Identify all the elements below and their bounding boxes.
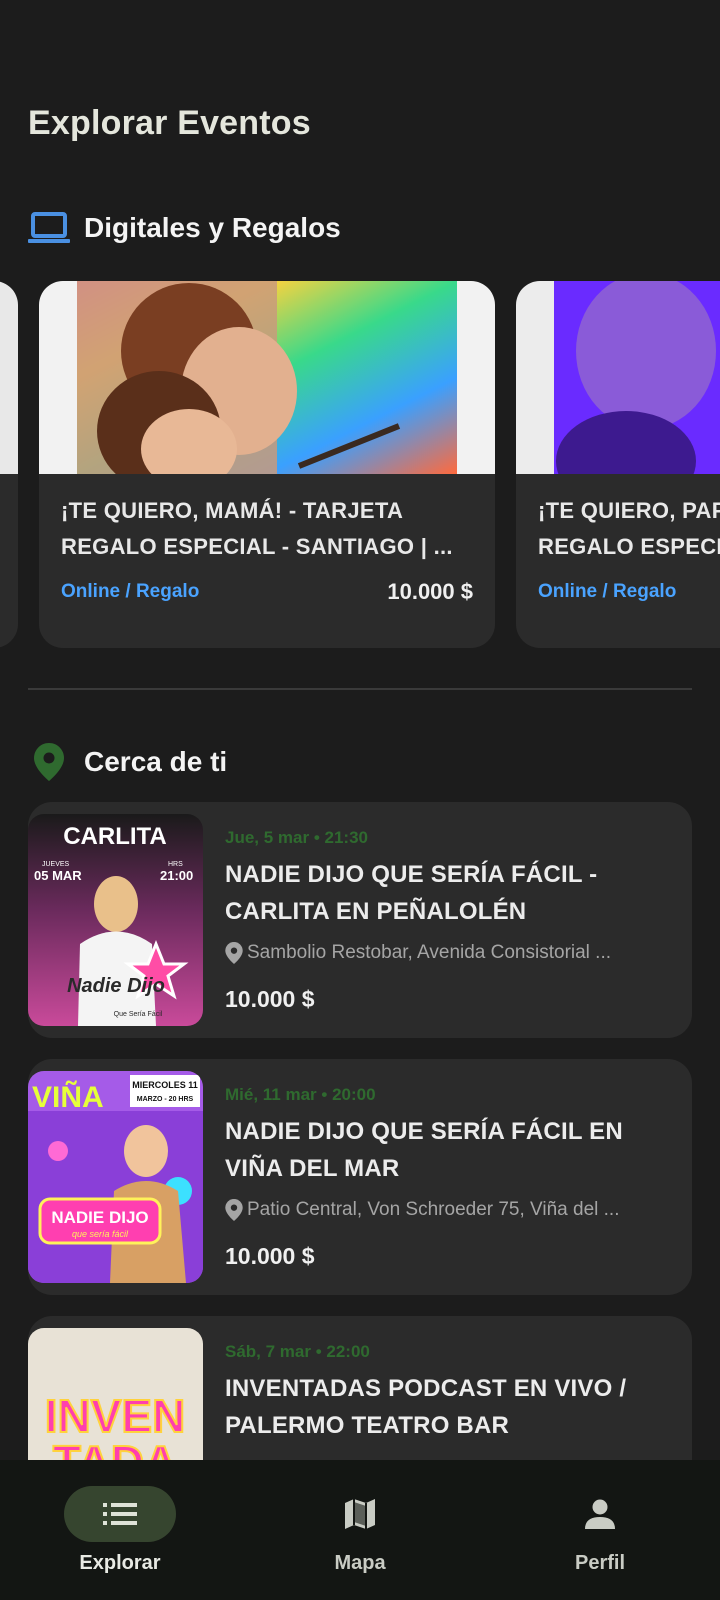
event-title: NADIE DIJO QUE SERÍA FÁCIL - CARLITA EN … — [225, 861, 598, 925]
location-pin-icon — [28, 741, 70, 783]
svg-text:INVEN: INVEN — [45, 1390, 186, 1442]
poster-name: CARLITA — [63, 823, 167, 850]
page-title: Explorar Eventos — [28, 104, 311, 142]
nav-label: Perfil — [574, 1552, 626, 1574]
digital-card[interactable]: ¡TE QUIERO, MAMÁ! - TARJETA REGALO ESPEC… — [39, 281, 495, 648]
map-icon — [345, 1499, 375, 1529]
section-title-digital: Digitales y Regalos — [84, 212, 341, 243]
section-divider — [28, 688, 692, 690]
event-poster: CARLITA JUEVES 05 MAR HRS 21:00 Nadie Di… — [28, 814, 203, 1026]
event-venue: Sambolio Restobar, Avenida Consistorial … — [225, 942, 665, 964]
card-price: 10.000 $ — [387, 579, 473, 604]
svg-text:que sería fácil: que sería fácil — [72, 1229, 129, 1239]
location-pin-icon — [225, 942, 243, 964]
card-type: Online / Regalo — [538, 581, 677, 602]
event-image — [39, 281, 495, 491]
digital-card-partial[interactable] — [0, 281, 18, 648]
event-date: Mié, 11 mar • 20:00 — [225, 1085, 376, 1104]
event-poster: VIÑA MIERCOLES 11 MARZO - 20 HRS NADIE D… — [28, 1071, 203, 1283]
svg-text:21:00: 21:00 — [160, 868, 193, 883]
card-title: ¡TE QUIERO, PAPÁ! - TARJETA REGALO ESPEC… — [538, 498, 720, 559]
nav-perfil[interactable]: Perfil — [480, 1460, 720, 1600]
event-image — [516, 281, 720, 511]
svg-text:05 MAR: 05 MAR — [34, 868, 82, 883]
section-header-digital: Digitales y Regalos — [28, 207, 341, 249]
event-date: Sáb, 7 mar • 22:00 — [225, 1342, 370, 1361]
svg-text:MARZO - 20 HRS: MARZO - 20 HRS — [137, 1096, 194, 1103]
nav-label: Explorar — [79, 1552, 161, 1574]
svg-text:HRS: HRS — [168, 861, 183, 868]
svg-text:Que Sería Fácil: Que Sería Fácil — [114, 1011, 163, 1018]
section-header-nearby: Cerca de ti — [28, 741, 227, 783]
bottom-navigation: Explorar Mapa Perfil — [0, 1460, 720, 1600]
svg-text:NADIE DIJO: NADIE DIJO — [51, 1208, 148, 1227]
nav-mapa[interactable]: Mapa — [240, 1460, 480, 1600]
digital-card[interactable]: ¡TE QUIERO, PAPÁ! - TARJETA REGALO ESPEC… — [516, 281, 720, 648]
card-type: Online / Regalo — [61, 581, 200, 602]
svg-text:Nadie Dijo: Nadie Dijo — [67, 975, 165, 997]
section-title-nearby: Cerca de ti — [84, 746, 228, 777]
event-title: NADIE DIJO QUE SERÍA FÁCIL EN VIÑA DEL M… — [225, 1118, 623, 1182]
nav-label: Mapa — [334, 1552, 386, 1574]
laptop-icon — [28, 207, 70, 249]
event-venue: Patio Central, Von Schroeder 75, Viña de… — [225, 1199, 665, 1221]
event-card[interactable]: CARLITA JUEVES 05 MAR HRS 21:00 Nadie Di… — [28, 802, 692, 1038]
event-price: 10.000 $ — [225, 986, 315, 1012]
person-icon — [585, 1499, 615, 1529]
digital-carousel[interactable]: ¡TE QUIERO, MAMÁ! - TARJETA REGALO ESPEC… — [0, 281, 720, 649]
location-pin-icon — [225, 1199, 243, 1221]
svg-text:MIERCOLES 11: MIERCOLES 11 — [132, 1080, 198, 1090]
nav-explorar[interactable]: Explorar — [0, 1460, 240, 1600]
event-price: 10.000 $ — [225, 1243, 315, 1269]
svg-text:JUEVES: JUEVES — [42, 861, 70, 868]
svg-text:VIÑA: VIÑA — [32, 1080, 104, 1114]
event-card[interactable]: VIÑA MIERCOLES 11 MARZO - 20 HRS NADIE D… — [28, 1059, 692, 1295]
event-date: Jue, 5 mar • 21:30 — [225, 828, 368, 847]
card-title: ¡TE QUIERO, MAMÁ! - TARJETA REGALO ESPEC… — [61, 498, 453, 559]
list-icon — [103, 1503, 137, 1525]
event-title: INVENTADAS PODCAST EN VIVO / PALERMO TEA… — [225, 1375, 627, 1439]
